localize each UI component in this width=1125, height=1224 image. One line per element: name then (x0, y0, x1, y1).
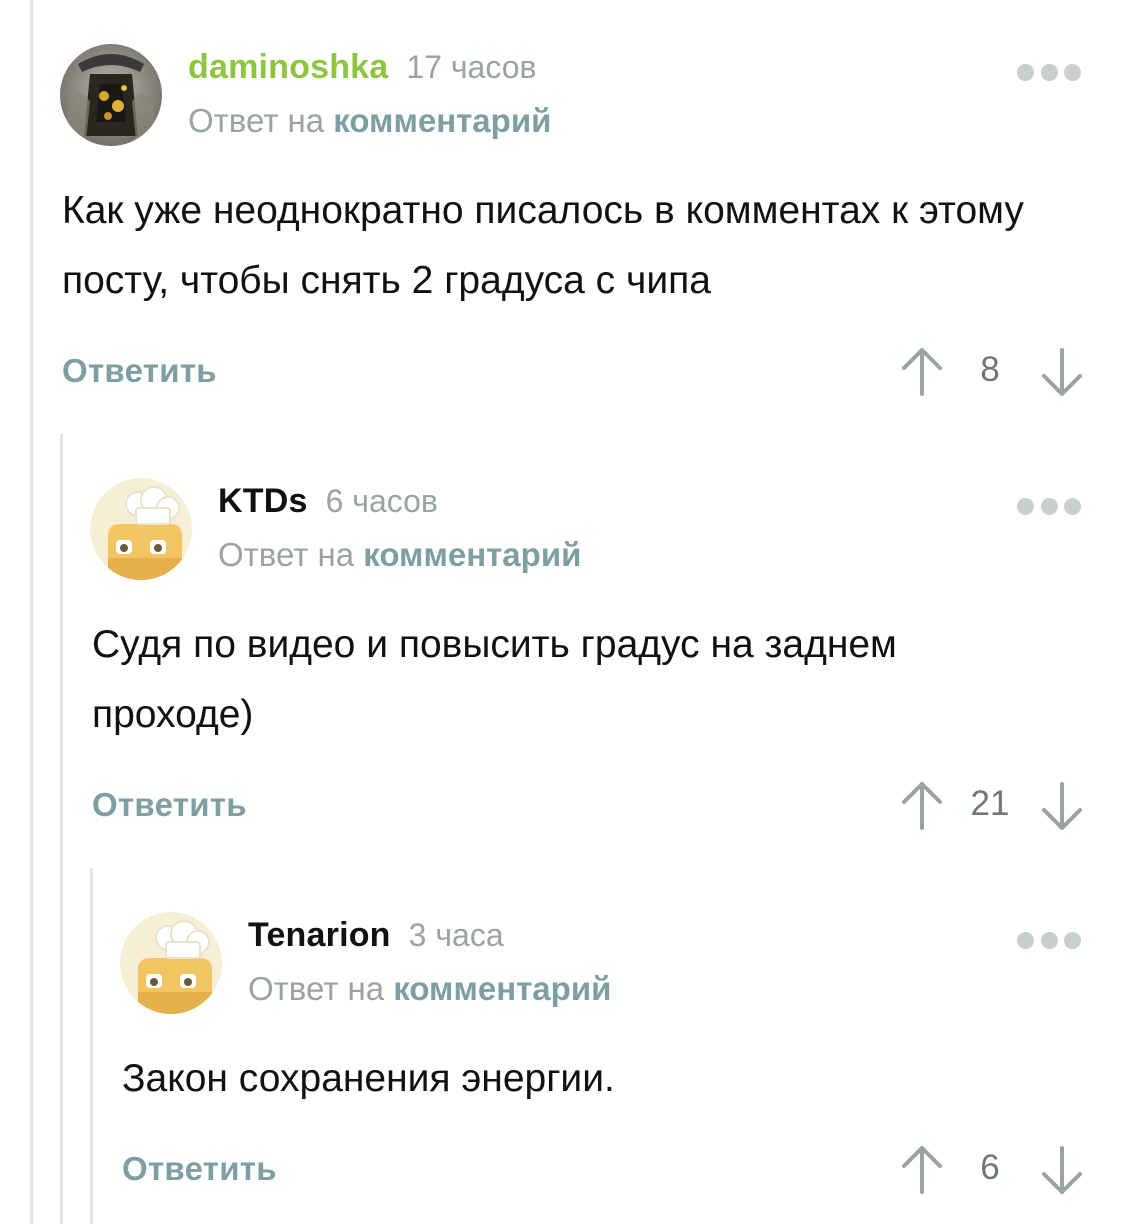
thread-line-level-0 (30, 0, 33, 1224)
more-dots-icon[interactable] (1017, 62, 1081, 82)
arrow-down-icon[interactable] (1040, 1144, 1084, 1196)
reply-button[interactable]: Ответить (122, 1150, 277, 1188)
comment-ktds: KTDs 6 часов Ответ на комментарий Судя п… (90, 478, 1125, 848)
reply-to-link[interactable]: комментарий (393, 970, 611, 1007)
comment-text: Как уже неоднократно писалось в коммента… (62, 189, 1024, 302)
arrow-up-icon[interactable] (900, 346, 944, 398)
avatar[interactable] (120, 912, 222, 1014)
avatar[interactable] (60, 44, 162, 146)
arrow-down-icon[interactable] (1040, 346, 1084, 398)
default-chef-avatar-icon (120, 912, 222, 1014)
comment-daminoshka: daminoshka 17 часов Ответ на комментарий… (60, 44, 1125, 414)
vote-count: 6 (980, 1148, 1000, 1187)
reply-to-line: Ответ на комментарий (188, 102, 551, 140)
reply-to-prefix: Ответ на (248, 970, 385, 1007)
avatar[interactable] (90, 478, 192, 580)
reply-to-prefix: Ответ на (218, 536, 355, 573)
timestamp: 3 часа (408, 917, 504, 953)
user-photo-avatar-icon (60, 44, 162, 146)
thread-line-level-2 (90, 868, 93, 1224)
arrow-down-icon[interactable] (1040, 780, 1084, 832)
comment-header: KTDs 6 часов (218, 482, 438, 530)
timestamp: 17 часов (406, 49, 537, 85)
arrow-up-icon[interactable] (900, 780, 944, 832)
comment-header: daminoshka 17 часов (188, 48, 537, 96)
vote-count: 8 (980, 350, 1000, 389)
comment-header: Tenarion 3 часа (248, 916, 504, 964)
arrow-up-icon[interactable] (900, 1144, 944, 1196)
vote-count: 21 (970, 784, 1010, 823)
username[interactable]: Tenarion (248, 916, 391, 955)
reply-to-link[interactable]: комментарий (333, 102, 551, 139)
comment-text: Судя по видео и повысить градус на задне… (92, 623, 897, 736)
reply-to-prefix: Ответ на (188, 102, 325, 139)
default-chef-avatar-icon (90, 478, 192, 580)
more-dots-icon[interactable] (1017, 496, 1081, 516)
reply-button[interactable]: Ответить (92, 786, 247, 824)
username[interactable]: daminoshka (188, 48, 388, 87)
reply-to-link[interactable]: комментарий (363, 536, 581, 573)
more-dots-icon[interactable] (1017, 930, 1081, 950)
username[interactable]: KTDs (218, 482, 308, 521)
reply-to-line: Ответ на комментарий (248, 970, 611, 1008)
comment-text: Закон сохранения энергии. (122, 1057, 615, 1100)
reply-to-line: Ответ на комментарий (218, 536, 581, 574)
comment-tenarion: Tenarion 3 часа Ответ на комментарий Зак… (120, 912, 1125, 1224)
reply-button[interactable]: Ответить (62, 352, 217, 390)
thread-line-level-1 (60, 434, 63, 1224)
timestamp: 6 часов (325, 483, 438, 519)
